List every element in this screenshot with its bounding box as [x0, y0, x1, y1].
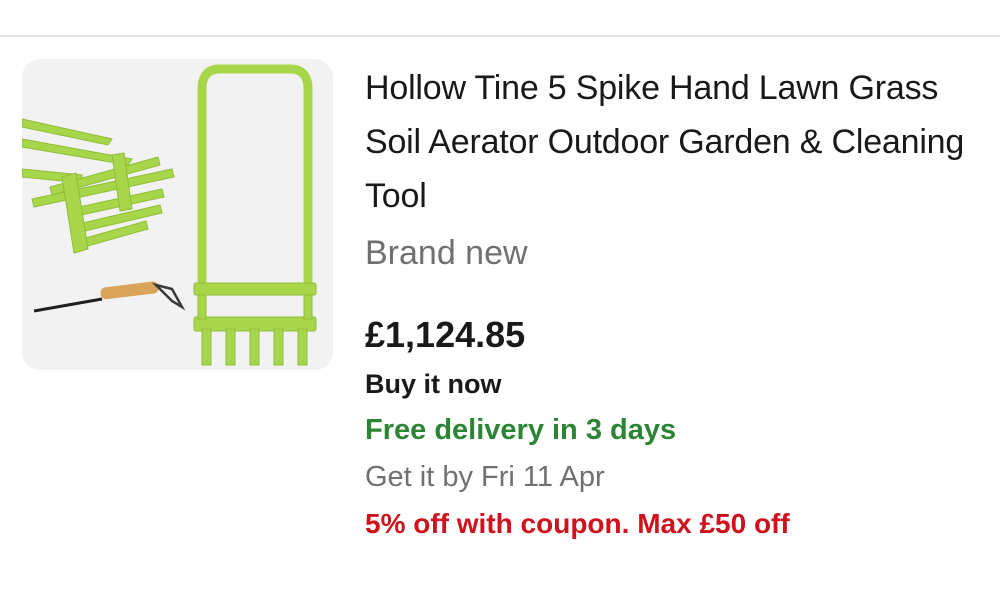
delivery-info: Free delivery in 3 days [365, 414, 677, 446]
cleaning-tool-part [33, 281, 186, 313]
delivery-estimate: Get it by Fri 11 Apr [365, 461, 605, 493]
aerator-frame [197, 64, 313, 289]
lawn-aerator-photo [22, 64, 317, 366]
listing-card[interactable]: Hollow Tine 5 Spike Hand Lawn Grass Soil… [0, 37, 1000, 611]
coupon-offer: 5% off with coupon. Max £50 off [365, 508, 790, 539]
aerator-head-part [22, 118, 175, 254]
buying-format: Buy it now [365, 369, 502, 399]
price: £1,124.85 [365, 314, 526, 355]
aerator-base [193, 282, 317, 366]
listing-info: Hollow Tine 5 Spike Hand Lawn Grass Soil… [365, 61, 985, 544]
product-image[interactable] [22, 59, 333, 370]
listing-title[interactable]: Hollow Tine 5 Spike Hand Lawn Grass Soil… [365, 61, 985, 223]
condition-label: Brand new [365, 234, 528, 272]
